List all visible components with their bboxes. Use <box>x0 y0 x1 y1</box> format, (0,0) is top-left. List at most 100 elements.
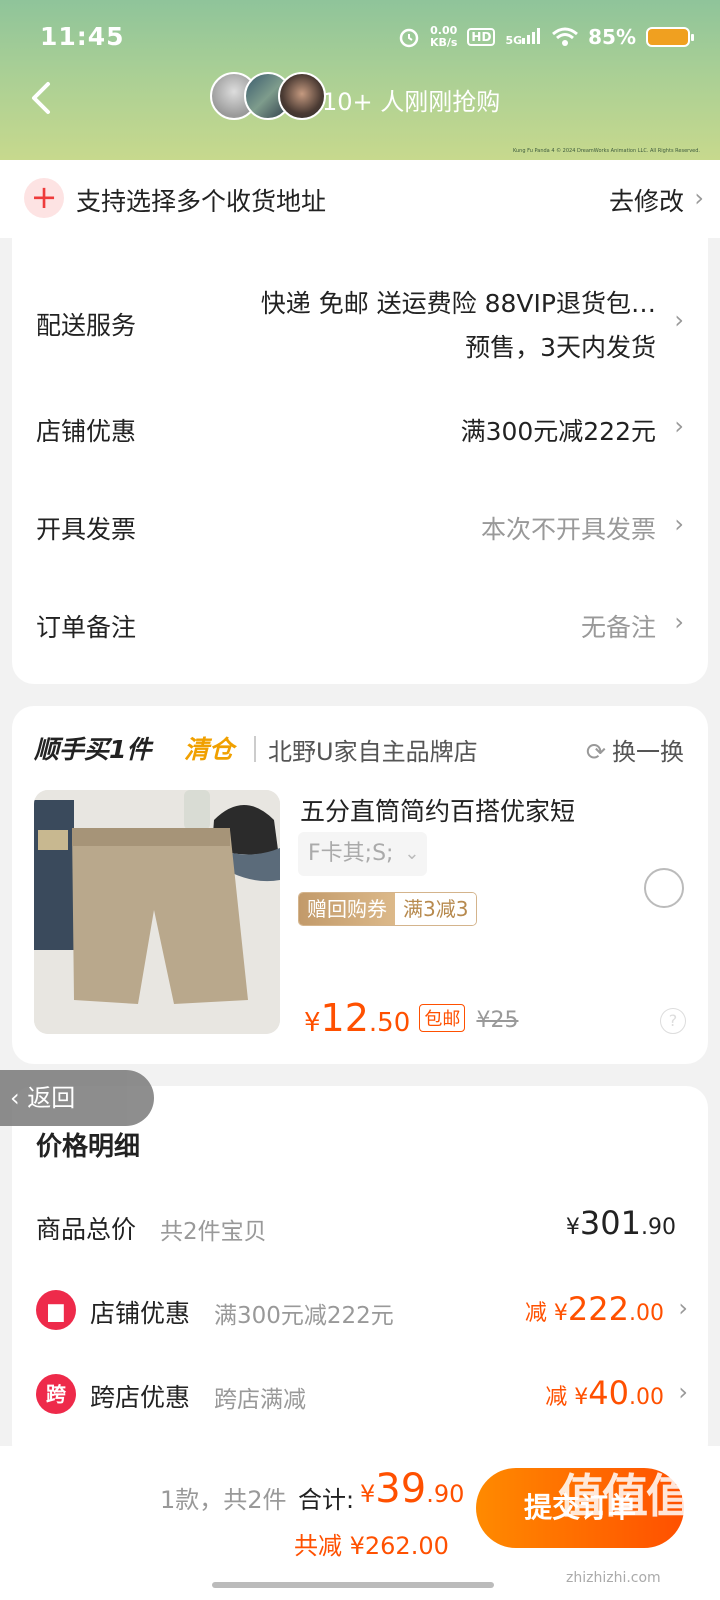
header: 11:45 0.00 KB/s HD 5G 85% 10+ 人刚刚抢购 Kung… <box>0 0 720 160</box>
invoice-label: 开具发票 <box>36 515 137 544</box>
invoice-value: 本次不开具发票 <box>480 515 656 544</box>
shop-discount-label: 店铺优惠 <box>36 417 137 446</box>
coupon-badge: 赠回购券 满3减3 <box>298 892 478 926</box>
hd-icon: HD <box>467 28 496 46</box>
price-decimal: .50 <box>368 1008 411 1038</box>
chevron-down-icon: ⌄ <box>404 843 420 864</box>
shop-discount-detail-label: 店铺优惠 <box>90 1299 191 1328</box>
order-options-card: 配送服务 快递 免邮 送运费险 88VIP退货包… 预售，3天内发货 › 店铺优… <box>12 238 708 684</box>
wifi-icon <box>552 27 579 46</box>
delivery-service-value: 快递 免邮 送运费险 88VIP退货包… <box>260 289 656 318</box>
total-price-decimal: .90 <box>641 1215 676 1240</box>
shop-discount-value: 满300元减222元 <box>460 417 656 446</box>
multi-address-text: 支持选择多个收货地址 <box>76 187 327 216</box>
cross-store-decimal: .00 <box>629 1385 664 1410</box>
cross-store-rule: 跨店满减 <box>214 1387 306 1413</box>
product-image[interactable] <box>34 790 280 1034</box>
sku-selector[interactable]: F卡其;S; ⌄ <box>298 832 428 876</box>
status-bar: 11:45 0.00 KB/s HD 5G 85% <box>0 0 720 70</box>
shop-discount-integer: 222 <box>567 1290 629 1328</box>
original-price: ¥25 <box>476 1008 519 1033</box>
shop-coupon-icon: ▆ <box>36 1290 76 1330</box>
battery-percent: 85% <box>588 25 636 49</box>
cross-store-label: 跨店优惠 <box>90 1383 191 1412</box>
clearance-tag: 清仓 <box>184 735 235 764</box>
total-saved: 共减 ¥262.00 <box>294 1532 449 1560</box>
order-remark-row[interactable]: 订单备注 无备注 › <box>36 604 684 654</box>
chevron-right-icon: › <box>674 510 684 538</box>
total-price-amount: ¥301.90 <box>566 1204 676 1242</box>
refresh-label: 换一换 <box>612 738 684 766</box>
plus-icon: + <box>24 178 64 218</box>
order-remark-label: 订单备注 <box>36 613 137 642</box>
shop-discount-detail-rule: 满300元减222元 <box>214 1303 394 1329</box>
price-integer: 12 <box>320 996 369 1040</box>
coupon-value: 满3减3 <box>395 893 477 925</box>
free-shipping-badge: 包邮 <box>419 1004 466 1032</box>
sku-value: F卡其;S; <box>308 841 394 866</box>
home-indicator[interactable] <box>212 1582 494 1588</box>
price-detail-title: 价格明细 <box>36 1132 141 1162</box>
copyright-text: Kung Fu Panda 4 © 2024 DreamWorks Animat… <box>512 148 700 154</box>
recent-buyers-text: 10+ 人刚刚抢购 <box>322 88 501 116</box>
multi-address-bar[interactable]: + 支持选择多个收货地址 去修改 › <box>0 160 720 238</box>
net-speed-unit: KB/s <box>429 36 458 49</box>
chevron-right-icon: › <box>694 184 704 212</box>
product-name[interactable]: 五分直筒简约百搭优家短 <box>300 792 575 828</box>
chevron-right-icon: › <box>674 608 684 636</box>
total-integer: 39 <box>375 1466 427 1512</box>
total-price-currency: ¥ <box>565 1215 580 1240</box>
refresh-icon: ⟳ <box>585 738 606 766</box>
floating-back-button[interactable]: ‹ 返回 <box>0 1070 154 1126</box>
chevron-right-icon: › <box>678 1378 688 1406</box>
signal-label: 5G <box>505 33 523 47</box>
total-items-count: 共2件宝贝 <box>160 1219 267 1245</box>
signal-icon: 5G <box>505 27 542 47</box>
chevron-left-icon: ‹ <box>10 1084 20 1112</box>
battery-icon <box>646 27 694 47</box>
avatar <box>278 72 326 120</box>
chevron-right-icon: › <box>674 412 684 440</box>
alarm-icon <box>399 28 419 48</box>
floating-back-label: 返回 <box>27 1084 76 1112</box>
shop-name[interactable]: 北野U家自主品牌店 <box>268 732 478 767</box>
add-on-product-card: 顺手买1件 清仓 北野U家自主品牌店 ⟳ 换一换 五分直筒简约百搭优家短 F卡其;… <box>12 706 708 1064</box>
price-currency: ¥ <box>304 1008 321 1038</box>
refresh-button[interactable]: ⟳ 换一换 <box>586 732 684 767</box>
shop-discount-prefix: 减 ¥ <box>524 1301 568 1326</box>
chevron-right-icon: › <box>678 1294 688 1322</box>
cross-store-icon: 跨 <box>36 1374 76 1414</box>
total-amount: ¥39.90 <box>360 1466 464 1512</box>
cross-store-prefix: 减 ¥ <box>545 1385 589 1410</box>
question-icon[interactable]: ? <box>660 1008 686 1034</box>
watermark-url: zhizhizhi.com <box>566 1570 661 1586</box>
status-icons: 0.00 KB/s HD 5G 85% <box>398 20 694 54</box>
order-remark-value: 无备注 <box>580 613 656 642</box>
invoice-row[interactable]: 开具发票 本次不开具发票 › <box>36 506 684 556</box>
total-price-integer: 301 <box>579 1204 641 1242</box>
shop-discount-row[interactable]: 店铺优惠 满300元减222元 › <box>36 408 684 458</box>
select-radio[interactable] <box>644 868 684 908</box>
buyer-avatars <box>210 72 326 120</box>
coupon-type: 赠回购券 <box>299 893 395 925</box>
delivery-time-value: 预售，3天内发货 <box>465 333 656 362</box>
watermark-logo: 值值值 <box>558 1469 692 1523</box>
price-detail-card: 价格明细 商品总价 共2件宝贝 ¥301.90 ▆ 店铺优惠 满300元减222… <box>12 1086 708 1466</box>
delivery-service-label: 配送服务 <box>36 311 137 340</box>
delivery-service-row[interactable]: 配送服务 快递 免邮 送运费险 88VIP退货包… 预售，3天内发货 › <box>36 278 684 388</box>
total-decimal: .90 <box>426 1480 465 1508</box>
net-speed: 0.00 KB/s <box>430 25 457 49</box>
total-currency: ¥ <box>360 1480 376 1508</box>
back-arrow-icon[interactable] <box>22 78 62 118</box>
item-count: 1款，共2件 <box>160 1486 287 1514</box>
cross-store-amount: 减 ¥40.00 <box>545 1374 664 1412</box>
status-time: 11:45 <box>40 22 125 51</box>
total-price-label: 商品总价 <box>36 1215 137 1244</box>
cross-store-integer: 40 <box>588 1374 629 1412</box>
product-price: ¥12.50 包邮 ¥25 <box>304 996 518 1040</box>
shop-discount-decimal: .00 <box>629 1301 664 1326</box>
edit-address-button[interactable]: 去修改 <box>609 182 684 218</box>
shop-discount-detail-amount: 减 ¥222.00 <box>525 1290 664 1328</box>
divider <box>254 736 256 762</box>
add-on-title: 顺手买1件 <box>34 735 152 764</box>
